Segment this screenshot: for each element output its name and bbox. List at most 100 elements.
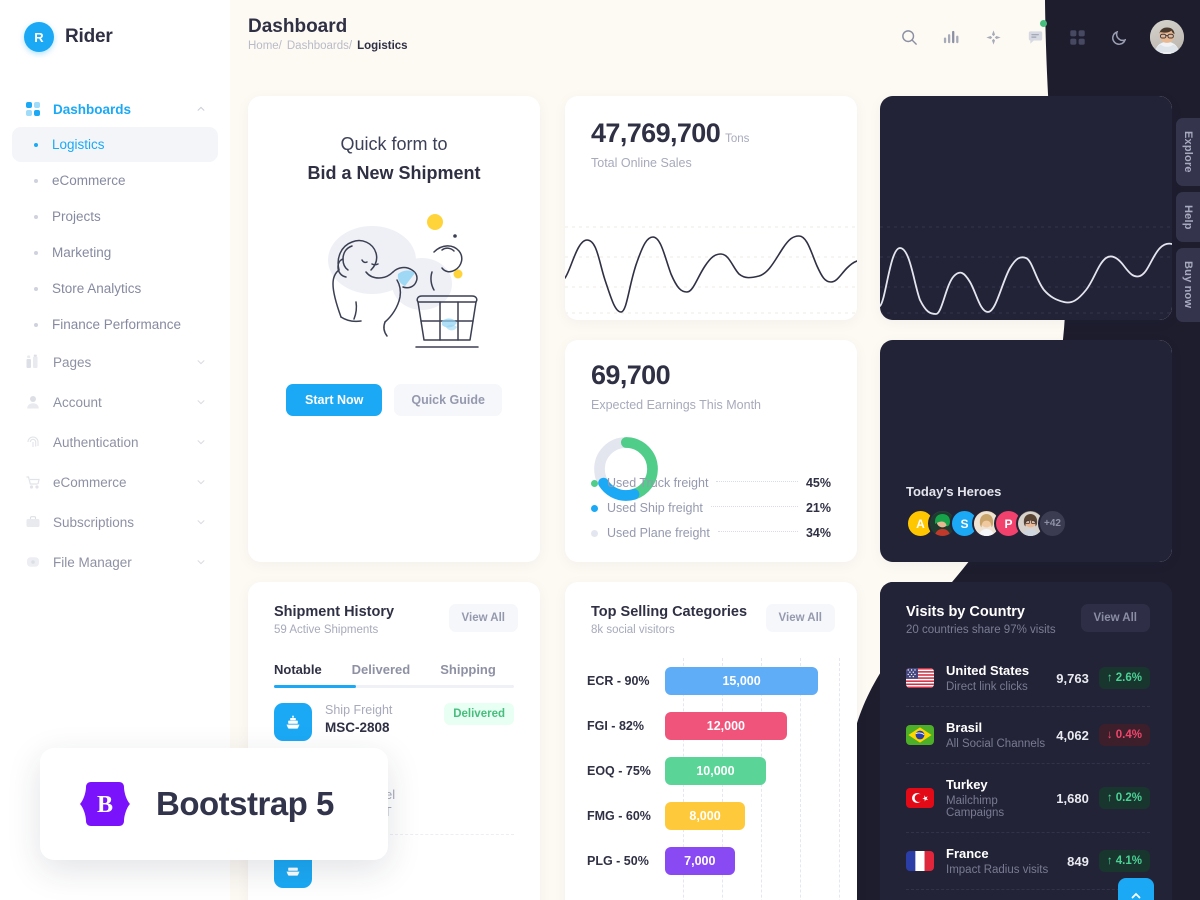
sidebar-group-label: Dashboards (53, 101, 132, 117)
quick-form-card: Quick form to Bid a New Shipment Start N… (248, 96, 540, 562)
grid-icon[interactable] (1066, 26, 1088, 48)
bar-chart-icon[interactable] (940, 26, 962, 48)
chevron-down-icon (197, 520, 205, 525)
table-row[interactable]: India Many Sources 604 ↓ 8.3% (906, 890, 1150, 900)
earnings-value: 69,700 (591, 360, 671, 390)
chevron-down-icon (197, 440, 205, 445)
country-value: 1,680 (1056, 790, 1089, 806)
flag-us-icon (906, 668, 934, 688)
top-header: Dashboard Home/ Dashboards/ Logistics (230, 0, 1200, 76)
bar-category-label: FGI - 82% (587, 718, 644, 733)
sidebar-item-ecommerce[interactable]: eCommerce (12, 163, 218, 198)
breadcrumb-dashboards[interactable]: Dashboards/ (287, 40, 352, 52)
table-row[interactable]: Brasil All Social Channels 4,062 ↓ 0.4% (906, 707, 1150, 764)
country-source: Direct link clicks (946, 681, 1028, 693)
sidebar-item-subscriptions[interactable]: Subscriptions (12, 502, 218, 542)
sidebar-item-logistics[interactable]: Logistics (12, 127, 218, 162)
delta-value: 2.6% (1115, 672, 1142, 684)
breadcrumb: Home/ Dashboards/ Logistics (248, 40, 408, 52)
heroes-title: Today's Heroes (906, 484, 1002, 499)
country-source: All Social Channels (946, 738, 1046, 750)
sidebar-item-account[interactable]: Account (12, 382, 218, 422)
bar-track: 7,000 (665, 846, 839, 875)
status-badge: ↑ 4.1% (1098, 850, 1150, 872)
bar-row: FMG - 60% 8,000 (587, 793, 839, 838)
delta-value: 0.2% (1115, 792, 1142, 804)
country-value: 849 (1067, 853, 1089, 869)
sidebar-item-finance-performance[interactable]: Finance Performance (12, 307, 218, 342)
country-name: United States (946, 663, 1030, 678)
country-name: France (946, 846, 989, 861)
visits-by-country-card-top: Visits by Country 20 countries share 97%… (880, 582, 1172, 900)
sidebar-item-ecommerce-section[interactable]: eCommerce (12, 462, 218, 502)
table-row[interactable]: Turkey Mailchimp Campaigns 1,680 ↑ 0.2% (906, 764, 1150, 833)
flag-br-icon (906, 725, 934, 745)
sidebar-item-label: Marketing (52, 245, 112, 260)
side-tab-help[interactable]: Help (1176, 191, 1200, 243)
search-icon[interactable] (898, 26, 920, 48)
table-row[interactable]: France Impact Radius visits 849 ↑ 4.1% (906, 833, 1150, 890)
sidebar-item-label: Account (53, 394, 102, 410)
country-name: Turkey (946, 777, 988, 792)
bar-category-label: FMG - 60% (587, 808, 651, 823)
side-tab-buy-now[interactable]: Buy now (1176, 248, 1200, 322)
visits-list: United States Direct link clicks 9,763 ↑… (906, 650, 1150, 900)
sidebar-item-pages[interactable]: Pages (12, 342, 218, 382)
bullet-icon (34, 142, 38, 147)
quick-guide-button[interactable]: Quick Guide (394, 384, 502, 416)
top-selling-view-all-button[interactable]: View All (765, 604, 835, 632)
bar-fill: 15,000 (665, 666, 819, 695)
page-title: Dashboard (248, 16, 348, 37)
sparkle-icon[interactable] (982, 26, 1004, 48)
shipment-code: MSC-2808 (325, 720, 390, 735)
side-tab-explore[interactable]: Explore (1176, 118, 1200, 186)
user-avatar[interactable] (1150, 20, 1184, 54)
bar-category-label: PLG - 50% (587, 853, 649, 868)
sidebar-group-dashboards[interactable]: Dashboards (12, 92, 218, 126)
total-sales-unit: Tons (725, 133, 750, 145)
breadcrumb-home[interactable]: Home/ (248, 40, 282, 52)
total-sales-sparkline (565, 226, 857, 314)
briefcase-icon (24, 514, 42, 530)
start-now-button[interactable]: Start Now (286, 384, 383, 416)
chevron-up-icon (197, 106, 205, 111)
legend-item: Used Ship freight 21% (591, 501, 831, 515)
bar-row: PLG - 50% 7,000 (587, 838, 839, 883)
status-badge: ↓ 0.4% (1098, 724, 1150, 746)
shipment-history-view-all-button[interactable]: View All (448, 604, 518, 632)
quick-form-illustration (248, 202, 540, 362)
new-customers-card-dark: Today's Heroes A S P +42 (880, 340, 1172, 562)
table-row[interactable]: United States Direct link clicks 9,763 ↑… (906, 650, 1150, 707)
brand[interactable]: R Rider (0, 0, 230, 52)
sidebar-item-marketing[interactable]: Marketing (12, 235, 218, 270)
sidebar-item-label: Authentication (53, 434, 139, 450)
freight-legend: Used Truck freight 45% Used Ship freight… (591, 465, 831, 540)
legend-value: 34% (805, 526, 831, 540)
sidebar-item-file-manager[interactable]: File Manager (12, 542, 218, 582)
chevron-down-icon (197, 400, 205, 405)
sidebar-item-projects[interactable]: Projects (12, 199, 218, 234)
chat-icon[interactable] (1024, 20, 1047, 48)
bootstrap-logo-icon: B (76, 779, 134, 829)
bar-fill: 12,000 (665, 711, 787, 740)
avatar-more-count[interactable]: +42 (1038, 509, 1067, 538)
bootstrap-badge-text: Bootstrap 5 (156, 785, 334, 822)
brand-logo-icon: R (24, 22, 54, 52)
sidebar-item-authentication[interactable]: Authentication (12, 422, 218, 462)
sidebar-item-label: Logistics (52, 137, 105, 152)
scroll-to-top-button[interactable] (1118, 878, 1154, 900)
cart-icon (24, 474, 42, 490)
shipment-history-title: Shipment History (274, 604, 395, 620)
bullet-icon (34, 250, 38, 255)
visits-view-all-button[interactable]: View All (1080, 604, 1150, 632)
todays-heroes-dark: Today's Heroes A S P +42 (906, 484, 1067, 538)
bar-row: ECR - 90% 15,000 (587, 658, 839, 703)
legend-label: Used Plane freight (607, 526, 710, 540)
moon-icon[interactable] (1108, 26, 1130, 48)
bar-row: FGI - 82% 12,000 (587, 703, 839, 748)
visits-subtitle: 20 countries share 97% visits (906, 624, 1056, 636)
top-selling-categories-card: Top Selling Categories 8k social visitor… (565, 582, 857, 900)
sidebar-item-label: Subscriptions (53, 514, 135, 530)
top-selling-title: Top Selling Categories (591, 604, 748, 620)
sidebar-item-store-analytics[interactable]: Store Analytics (12, 271, 218, 306)
